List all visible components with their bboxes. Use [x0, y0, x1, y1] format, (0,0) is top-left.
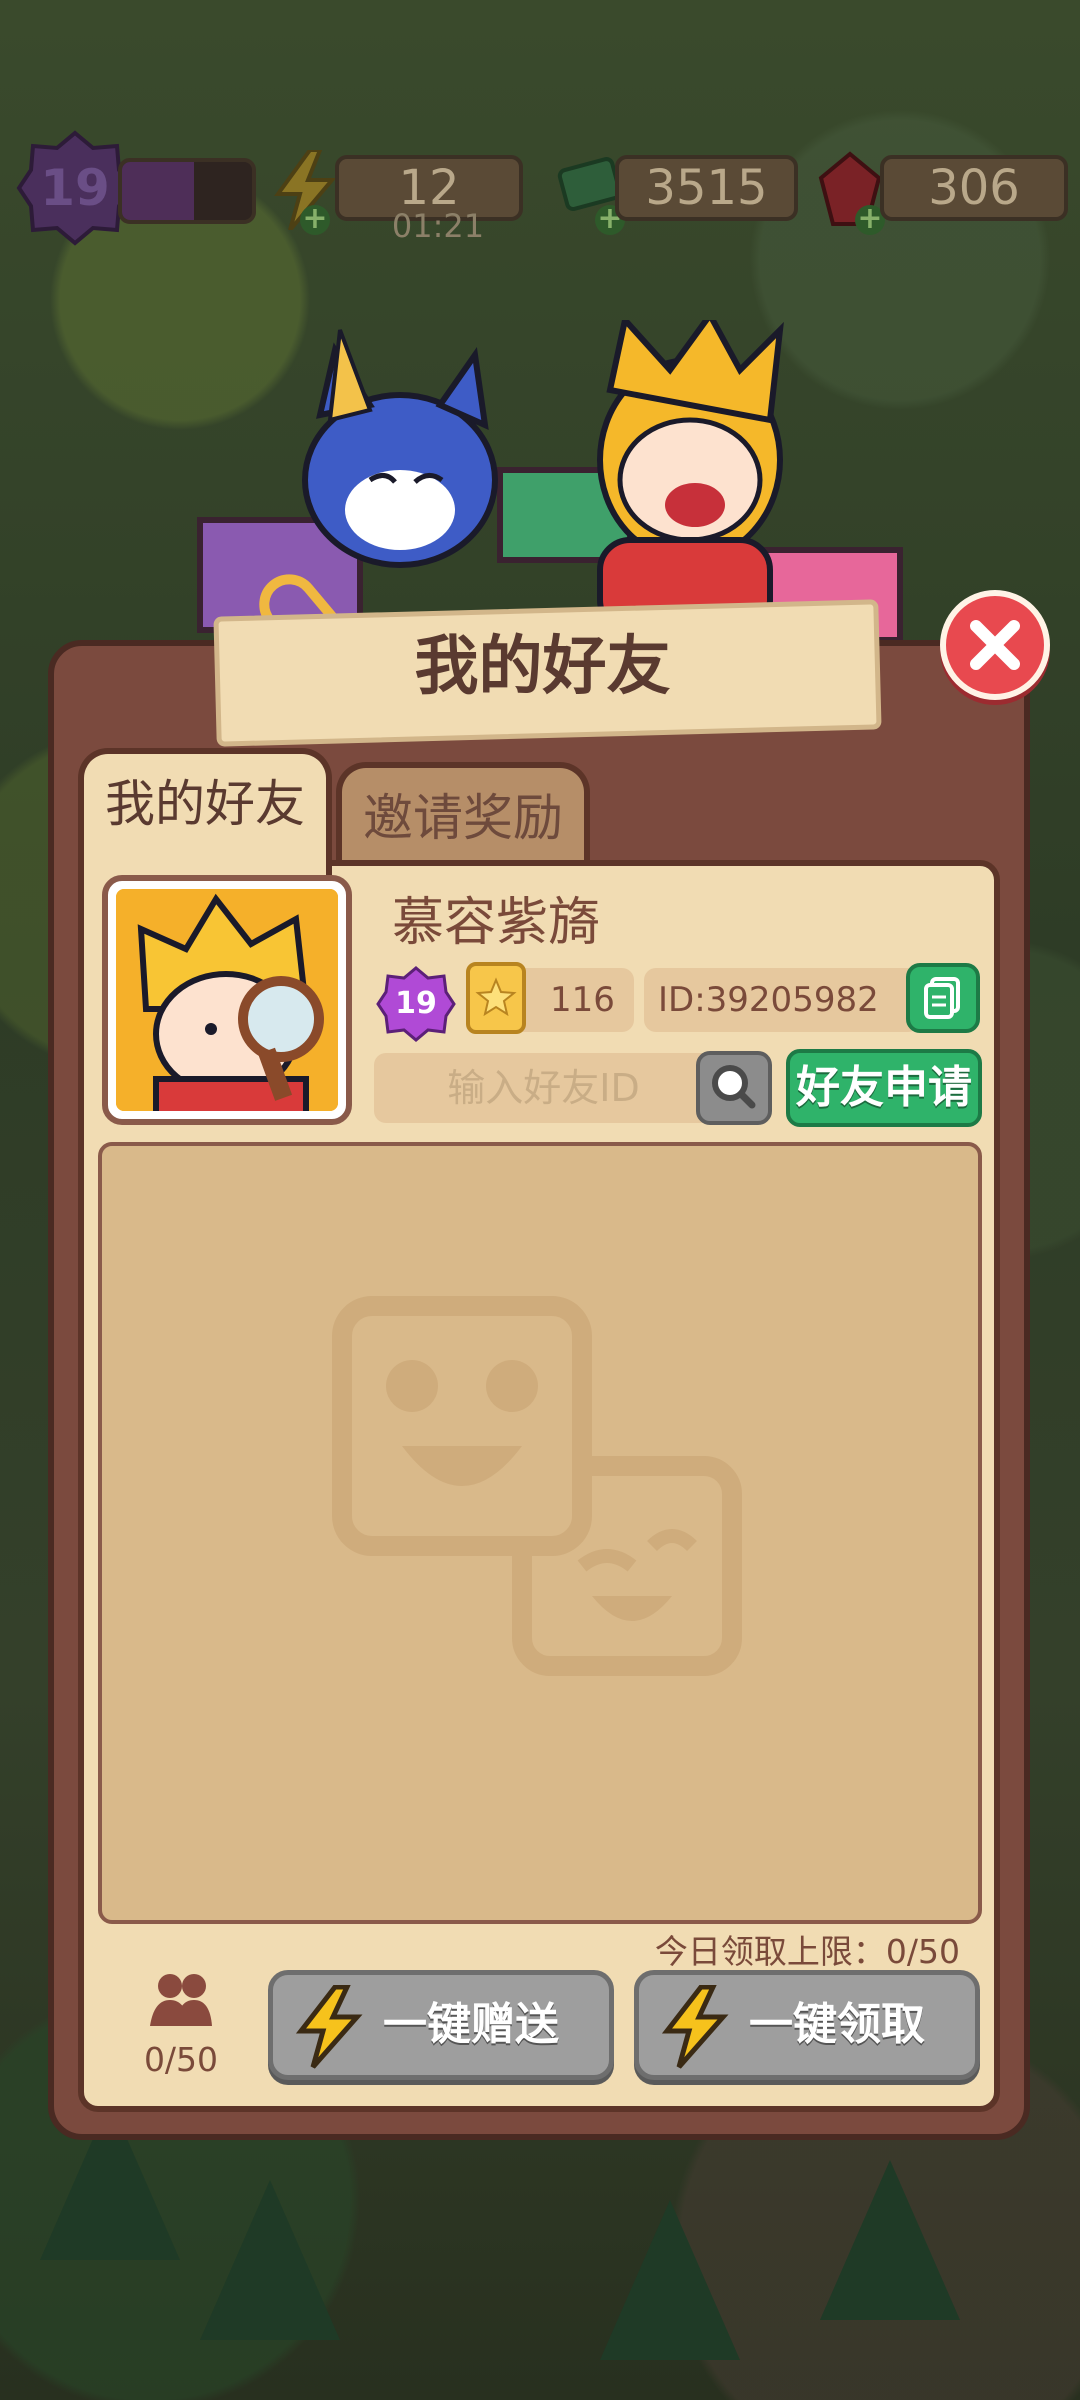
detective-avatar-icon — [116, 889, 338, 1111]
gems-counter: 306 — [880, 155, 1068, 221]
player-level-badge[interactable]: 19 — [15, 128, 135, 248]
friends-list-empty — [98, 1142, 982, 1924]
tab-my-friends-label: 我的好友 — [105, 775, 305, 833]
hud-level-value: 19 — [40, 159, 110, 217]
ticket-star-icon — [466, 962, 526, 1034]
send-all-label: 一键赠送 — [383, 1999, 559, 2050]
tab-invite-rewards[interactable]: 邀请奖励 — [336, 762, 590, 872]
player-points: 116 — [550, 980, 615, 1020]
energy-timer: 01:21 — [391, 207, 485, 245]
xp-progress-bar — [118, 158, 256, 224]
avatar[interactable] — [116, 889, 338, 1111]
tab-my-friends[interactable]: 我的好友 — [78, 748, 332, 878]
lightning-icon — [661, 1985, 729, 2069]
player-id: ID:39205982 — [658, 980, 879, 1020]
copy-id-button[interactable] — [906, 963, 980, 1033]
send-all-button[interactable]: 一键赠送 — [268, 1970, 614, 2080]
player-level-gem: 19 — [376, 964, 456, 1044]
friend-request-label: 好友申请 — [796, 1062, 972, 1113]
friend-request-button[interactable]: 好友申请 — [786, 1049, 982, 1127]
player-name: 慕容紫旖 — [392, 893, 601, 953]
claim-all-button[interactable]: 一键领取 — [634, 1970, 980, 2080]
daily-claim-limit: 今日领取上限：0/50 — [654, 1932, 960, 1971]
lightning-icon — [295, 1985, 363, 2069]
friend-count: 0/50 — [143, 2040, 219, 2079]
friend-id-input[interactable] — [374, 1053, 713, 1123]
close-button[interactable] — [940, 590, 1050, 700]
empty-smiley-icon — [332, 1296, 742, 1676]
close-icon — [970, 620, 1020, 670]
xp-progress-fill — [122, 162, 194, 220]
friends-icon — [150, 1974, 212, 2026]
search-button[interactable] — [696, 1051, 772, 1125]
cash-counter: 3515 — [615, 155, 798, 221]
dialog-title: 我的好友 — [414, 630, 671, 704]
search-icon — [712, 1065, 756, 1109]
gems-value: 306 — [928, 160, 1020, 216]
cash-value: 3515 — [645, 160, 768, 216]
player-id-pill: ID:39205982 — [644, 968, 920, 1032]
tab-invite-rewards-label: 邀请奖励 — [363, 789, 563, 847]
copy-icon — [924, 977, 960, 1019]
add-energy-icon[interactable]: + — [300, 204, 330, 235]
player-level-value: 19 — [395, 986, 437, 1021]
claim-all-label: 一键领取 — [749, 1999, 925, 2050]
